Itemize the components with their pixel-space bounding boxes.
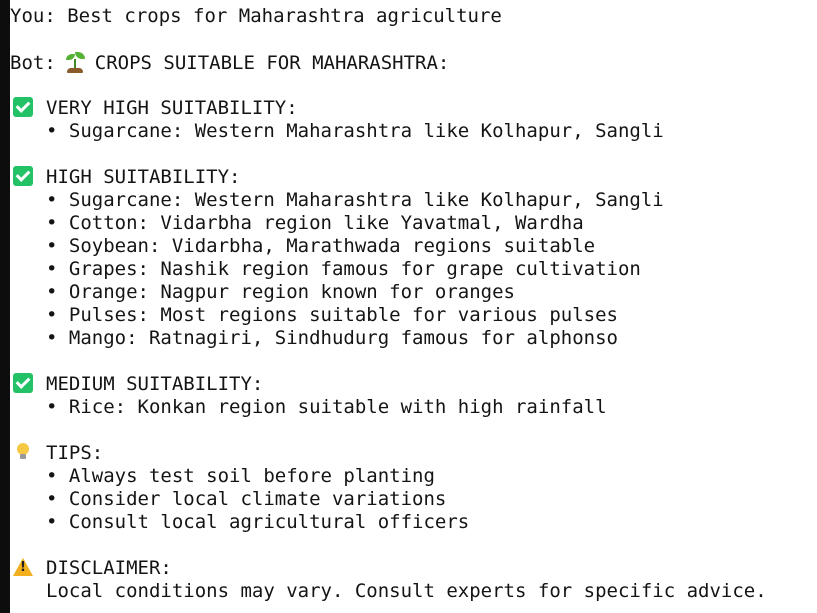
window-left-border [0,0,10,613]
list-item: • Sugarcane: Western Maharashtra like Ko… [46,189,664,211]
list-item: • Mango: Ratnagiri, Sindhudurg famous fo… [46,327,618,349]
list-item: • Consider local climate variations [46,488,447,510]
check-mark-icon [13,97,33,117]
list-item: • Orange: Nagpur region known for orange… [46,281,515,303]
warning-icon [13,557,33,577]
section-medium-title: MEDIUM SUITABILITY: [10,373,817,396]
list-item: • Always test soil before planting [46,465,435,487]
check-mark-icon [13,373,33,393]
section-very-high-title: VERY HIGH SUITABILITY: [10,97,817,120]
list-item: • Sugarcane: Western Maharashtra like Ko… [46,120,664,142]
terminal-output: You: Best crops for Maharashtra agricult… [10,5,817,603]
section-disclaimer-title: DISCLAIMER: [10,557,817,580]
bot-prefix: Bot: [10,52,56,74]
bot-heading-text: CROPS SUITABLE FOR MAHARASHTRA: [94,52,450,74]
section-high-title: HIGH SUITABILITY: [10,166,817,189]
list-item: • Cotton: Vidarbha region like Yavatmal,… [46,212,584,234]
list-item: • Pulses: Most regions suitable for vari… [46,304,618,326]
seedling-icon [64,51,86,73]
list-item: • Soybean: Vidarbha, Marathwada regions … [46,235,596,257]
check-mark-icon [13,166,33,186]
disclaimer-text: Local conditions may vary. Consult exper… [46,580,767,602]
bot-message-heading: Bot: CROPS SUITABLE FOR MAHARASHTRA: [10,51,817,74]
light-bulb-icon [13,442,33,462]
list-item: • Rice: Konkan region suitable with high… [46,396,607,418]
section-tips-title: TIPS: [10,442,817,465]
list-item: • Grapes: Nashik region famous for grape… [46,258,641,280]
user-message: You: Best crops for Maharashtra agricult… [10,5,502,27]
list-item: • Consult local agricultural officers [46,511,470,533]
